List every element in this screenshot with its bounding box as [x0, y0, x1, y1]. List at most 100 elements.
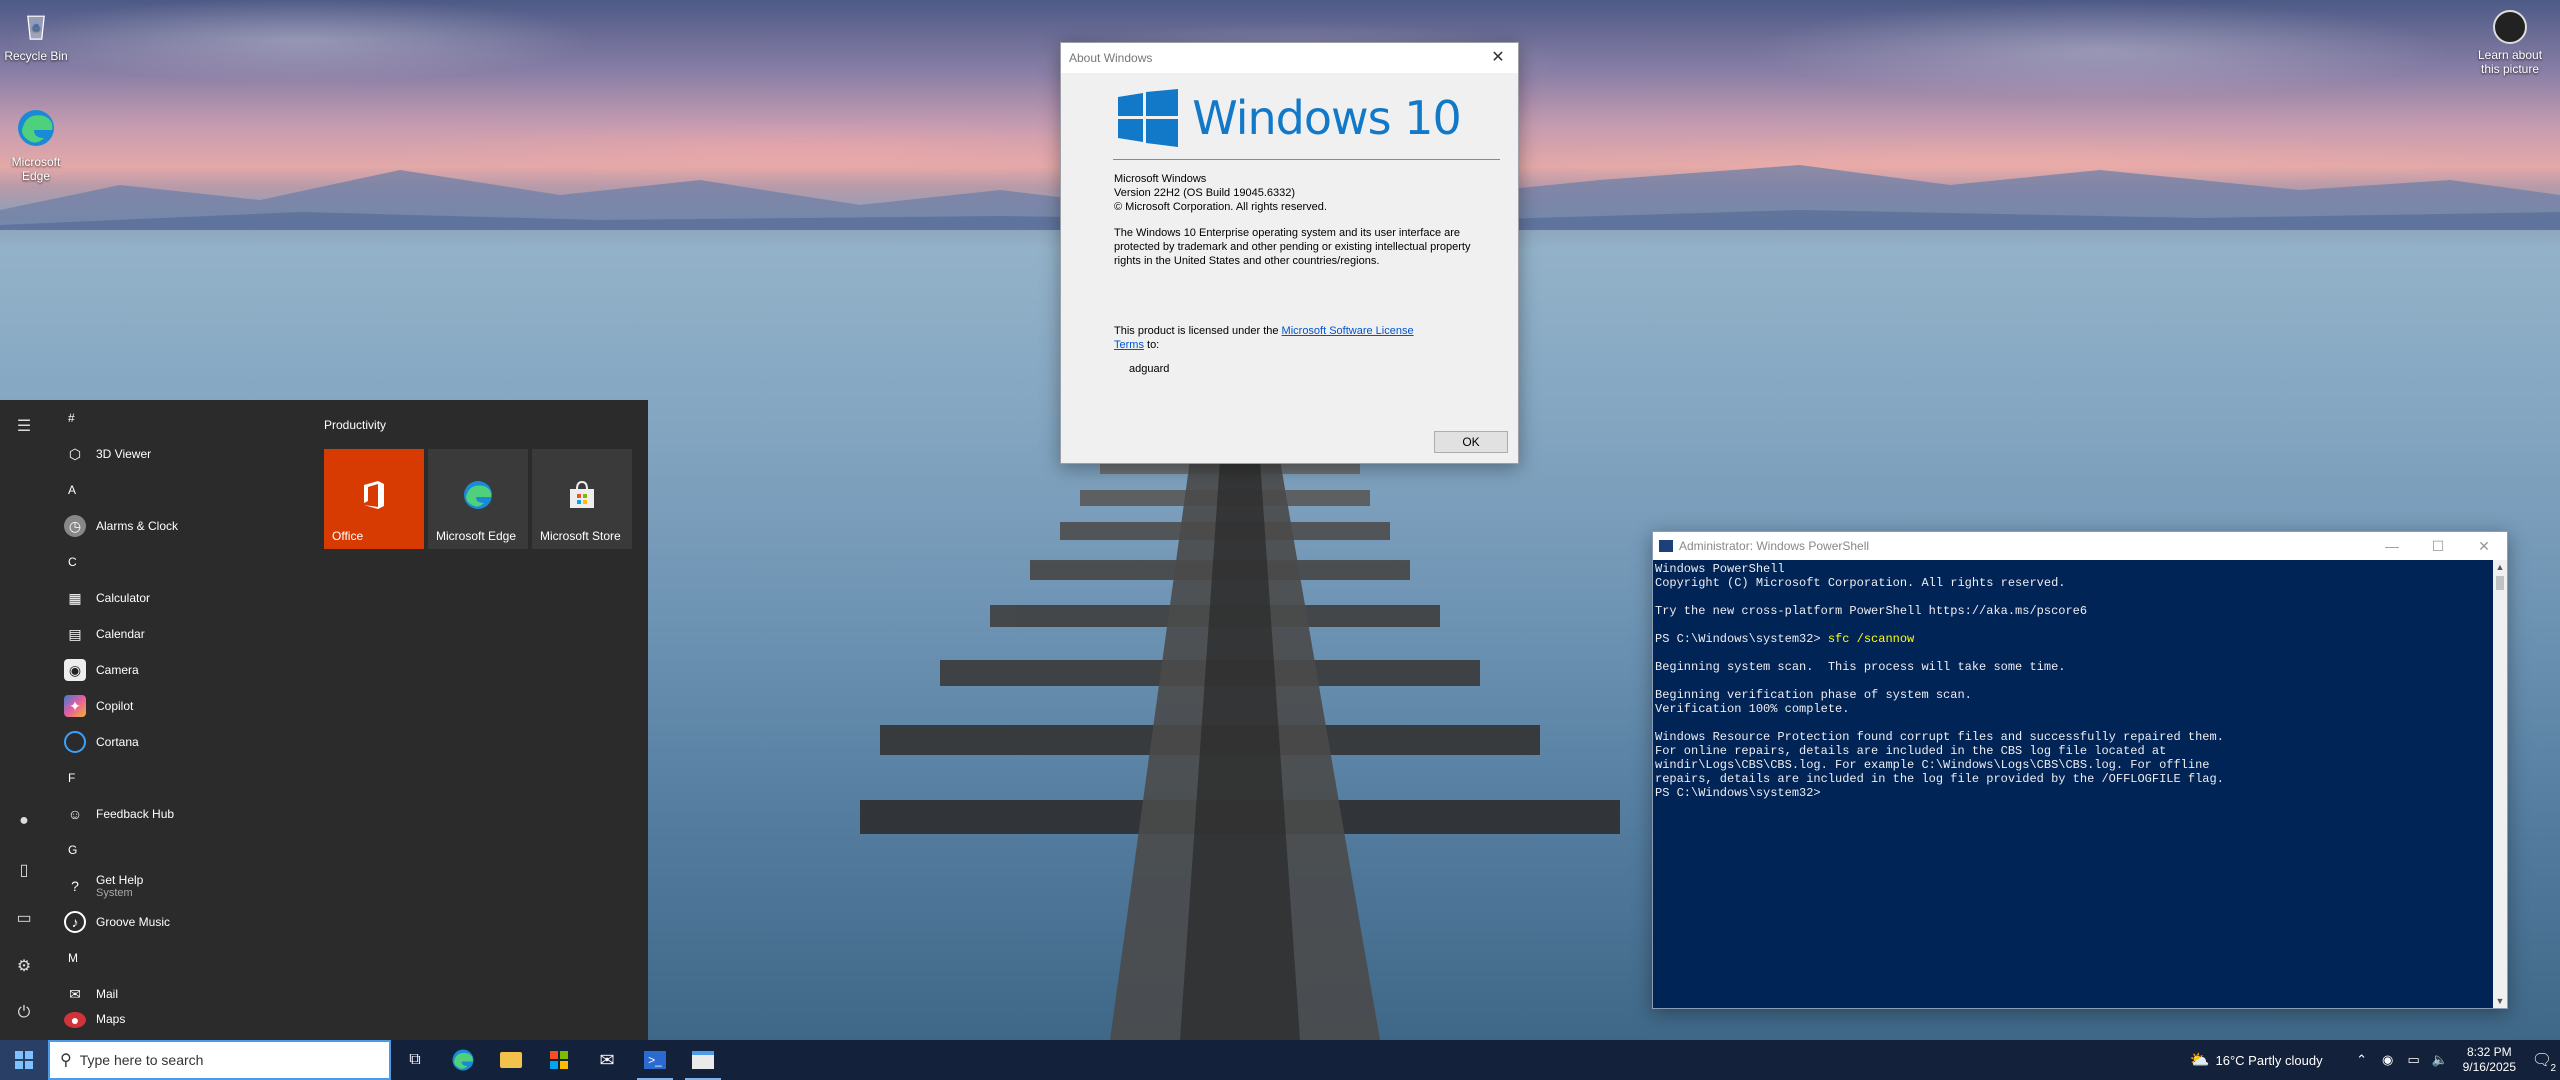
taskbar: ⚲ Type here to search ⧉ ✉ >_ ⛅ 16°C Part…: [0, 1040, 2560, 1080]
section-letter[interactable]: F: [58, 760, 308, 796]
settings-gear-icon[interactable]: ⚙: [14, 956, 34, 976]
license-text: This product is licensed under the Micro…: [1114, 325, 1414, 351]
section-letter[interactable]: G: [58, 832, 308, 868]
show-hidden-icons-chevron-icon[interactable]: ⌃: [2349, 1052, 2375, 1068]
desktop-icon-label: Microsoft Edge: [11, 155, 61, 183]
windows-logo-text: Windows 10: [1192, 91, 1461, 145]
console-output[interactable]: Windows PowerShell Copyright (C) Microso…: [1653, 560, 2493, 1008]
taskbar-mail-button[interactable]: ✉: [583, 1040, 631, 1080]
app-mail[interactable]: ✉ Mail: [58, 976, 308, 1012]
taskbar-file-explorer-button[interactable]: [487, 1040, 535, 1080]
app-cortana[interactable]: Cortana: [58, 724, 308, 760]
hamburger-menu-icon[interactable]: ☰: [14, 416, 34, 436]
app-maps[interactable]: ● Maps: [58, 1012, 308, 1028]
notification-icon: 🗨: [2531, 1052, 2553, 1069]
taskbar-edge-button[interactable]: [439, 1040, 487, 1080]
licensee-name: adguard: [1129, 363, 1170, 375]
feedback-icon: ☺: [67, 806, 83, 822]
close-button[interactable]: ✕: [2461, 538, 2507, 555]
console-command: sfc /scannow: [1827, 632, 1915, 646]
notifications-button[interactable]: 🗨 2: [2524, 1050, 2560, 1074]
start-rail: ☰ ● ▯ ▭ ⚙ ⏻: [0, 400, 48, 1040]
close-button[interactable]: ✕: [1478, 43, 1518, 73]
office-icon: [364, 481, 384, 509]
documents-icon[interactable]: ▯: [14, 860, 34, 880]
dialog-titlebar[interactable]: About Windows ✕: [1061, 43, 1518, 73]
taskbar-clock[interactable]: 8:32 PM 9/16/2025: [2463, 1045, 2516, 1075]
copyright-text: © Microsoft Corporation. All rights rese…: [1114, 201, 1327, 213]
console-scrollbar[interactable]: ▲ ▼: [2493, 560, 2507, 1008]
desktop-icon-edge[interactable]: Microsoft Edge: [0, 106, 72, 183]
product-name: Microsoft Windows: [1114, 173, 1207, 185]
app-groove-music[interactable]: ♪ Groove Music: [58, 904, 308, 940]
learn-about-picture[interactable]: Learn about this picture: [2470, 10, 2550, 76]
tile-group-title: Productivity: [324, 418, 387, 432]
music-icon: ♪: [64, 911, 86, 933]
weather-icon[interactable]: ⛅: [2190, 1050, 2210, 1070]
taskbar-store-button[interactable]: [535, 1040, 583, 1080]
windows-logo: Windows 10: [1061, 87, 1518, 149]
scroll-down-icon[interactable]: ▼: [2493, 994, 2507, 1008]
maximize-button[interactable]: ☐: [2415, 538, 2461, 555]
app-feedback-hub[interactable]: ☺ Feedback Hub: [58, 796, 308, 832]
task-view-icon: ⧉: [409, 1051, 421, 1068]
volume-icon[interactable]: 🔈: [2427, 1052, 2453, 1068]
scroll-up-icon[interactable]: ▲: [2493, 560, 2507, 574]
store-bag-icon: [550, 1051, 568, 1069]
section-letter[interactable]: #: [58, 400, 308, 436]
system-tray: ⛅ 16°C Partly cloudy ⌃ ◉ ▭ 🔈 8:32 PM 9/1…: [2190, 1040, 2560, 1080]
network-icon[interactable]: ▭: [2401, 1052, 2427, 1068]
task-view-button[interactable]: ⧉: [391, 1040, 439, 1080]
version-text: Version 22H2 (OS Build 19045.6332): [1114, 187, 1296, 199]
powershell-icon: >_: [644, 1051, 666, 1069]
minimize-button[interactable]: —: [2369, 538, 2415, 554]
app-camera[interactable]: ◉ Camera: [58, 652, 308, 688]
recycle-bin-icon: ♻: [27, 15, 45, 40]
pictures-icon[interactable]: ▭: [14, 908, 34, 928]
legal-text: The Windows 10 Enterprise operating syst…: [1114, 227, 1471, 267]
clock-date: 9/16/2025: [2462, 1060, 2516, 1074]
ok-button[interactable]: OK: [1434, 431, 1508, 453]
windows-start-icon: [15, 1051, 33, 1069]
section-letter[interactable]: A: [58, 472, 308, 508]
app-copilot[interactable]: ✦ Copilot: [58, 688, 308, 724]
section-letter[interactable]: C: [58, 544, 308, 580]
learn-about-picture-label: Learn about this picture: [2477, 48, 2543, 76]
clock-icon: ◷: [64, 515, 86, 537]
dialog-title: About Windows: [1069, 51, 1153, 65]
power-icon[interactable]: ⏻: [14, 1004, 34, 1024]
maps-icon: ●: [64, 1012, 86, 1028]
app-calculator[interactable]: ▦ Calculator: [58, 580, 308, 616]
mail-icon: ✉: [69, 985, 81, 1002]
desktop-icon-label: Recycle Bin: [4, 49, 68, 63]
svg-text:♻: ♻: [32, 23, 41, 34]
tile-microsoft-store[interactable]: Microsoft Store: [532, 449, 632, 549]
app-alarms-clock[interactable]: ◷ Alarms & Clock: [58, 508, 308, 544]
cortana-icon: [64, 731, 86, 753]
app-3d-viewer[interactable]: ⬡ 3D Viewer: [58, 436, 308, 472]
wallpaper-pier: [860, 460, 1620, 1040]
taskbar-about-windows-button[interactable]: [679, 1040, 727, 1080]
scroll-thumb[interactable]: [2496, 576, 2504, 590]
start-button[interactable]: [0, 1040, 48, 1080]
powershell-titlebar[interactable]: Administrator: Windows PowerShell — ☐ ✕: [1653, 532, 2507, 560]
user-account-icon[interactable]: ●: [14, 812, 34, 832]
tile-office[interactable]: Office: [324, 449, 424, 549]
app-list: # ⬡ 3D Viewer A ◷ Alarms & Clock C ▦ Calcul…: [58, 400, 308, 1028]
taskbar-powershell-button[interactable]: >_: [631, 1040, 679, 1080]
search-icon: ⚲: [60, 1052, 72, 1069]
app-get-help[interactable]: ? Get Help System: [58, 868, 308, 904]
tile-area: Productivity Office Microsoft Edge Micro…: [324, 418, 632, 549]
calendar-icon: ▤: [68, 625, 82, 642]
weather-text[interactable]: 16°C Partly cloudy: [2216, 1053, 2323, 1068]
desktop-icon-recycle-bin[interactable]: ♻ Recycle Bin: [0, 8, 72, 63]
taskbar-search-box[interactable]: ⚲ Type here to search: [48, 1040, 391, 1080]
section-letter[interactable]: M: [58, 940, 308, 976]
tile-microsoft-edge[interactable]: Microsoft Edge: [428, 449, 528, 549]
mail-icon: ✉: [599, 1049, 615, 1070]
edge-icon: [18, 110, 54, 146]
tile-label: Microsoft Store: [540, 529, 621, 543]
app-calendar[interactable]: ▤ Calendar: [58, 616, 308, 652]
notification-count: 2: [2550, 1063, 2556, 1074]
location-icon[interactable]: ◉: [2375, 1052, 2401, 1068]
